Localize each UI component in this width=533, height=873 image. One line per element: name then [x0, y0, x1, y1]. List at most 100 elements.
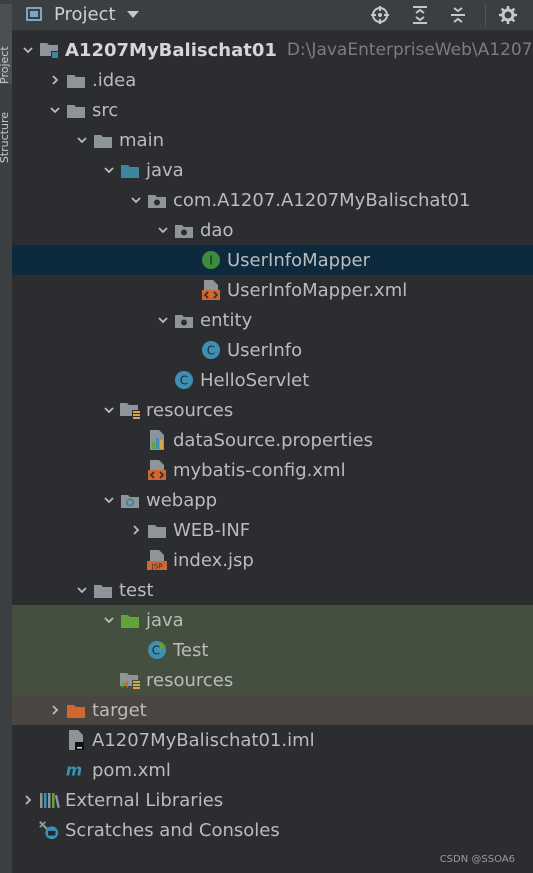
tree-row-test[interactable]: C Test: [12, 635, 533, 665]
package-icon: [173, 309, 195, 331]
tree-item-label: mybatis-config.xml: [173, 459, 346, 481]
folder-gray-icon: [65, 69, 87, 91]
gear-icon[interactable]: [496, 3, 520, 27]
chevron-down-icon[interactable]: [72, 580, 92, 600]
tree-row-resources[interactable]: resources: [12, 395, 533, 425]
folder-green-icon: [119, 609, 141, 631]
arrow-placeholder: [126, 460, 146, 480]
panel-title[interactable]: Project: [54, 4, 116, 25]
tree-item-label: src: [92, 99, 119, 121]
web-folder-icon: [119, 489, 141, 511]
tree-row-com-a1207-a1207mybalischat01[interactable]: com.A1207.A1207MyBalischat01: [12, 185, 533, 215]
tree-item-label: HelloServlet: [200, 369, 310, 391]
tree-row-java[interactable]: java: [12, 605, 533, 635]
folder-gray-icon: [92, 579, 114, 601]
module-folder-icon: [38, 39, 60, 61]
project-panel-header: Project: [12, 0, 533, 31]
tree-item-label: java: [146, 609, 184, 631]
tree-row-src[interactable]: src: [12, 95, 533, 125]
collapse-all-icon[interactable]: [446, 3, 470, 27]
arrow-placeholder: [126, 550, 146, 570]
test-class-icon: C: [146, 639, 168, 661]
folder-blue-icon: [119, 159, 141, 181]
project-tree: A1207MyBalischat01 D:\JavaEnterpriseWeb\A…: [12, 35, 533, 845]
maven-icon: m: [65, 759, 87, 781]
chevron-right-icon[interactable]: [18, 790, 38, 810]
project-tool-tab[interactable]: Project: [0, 4, 12, 84]
properties-icon: [146, 429, 168, 451]
tree-item-label: resources: [146, 399, 234, 421]
tree-row-userinfomapper[interactable]: I UserInfoMapper: [12, 245, 533, 275]
expand-all-icon[interactable]: [408, 3, 432, 27]
tree-row-datasource-properties[interactable]: dataSource.properties: [12, 425, 533, 455]
tree-row-mybatis-config-xml[interactable]: mybatis-config.xml: [12, 455, 533, 485]
class-icon: C: [173, 369, 195, 391]
tree-item-label: A1207MyBalischat01: [65, 39, 277, 61]
chevron-down-icon[interactable]: [153, 220, 173, 240]
tree-item-label: pom.xml: [92, 759, 171, 781]
chevron-down-icon[interactable]: [99, 160, 119, 180]
tree-row-userinfo[interactable]: C UserInfo: [12, 335, 533, 365]
tree-row-external-libraries[interactable]: External Libraries: [12, 785, 533, 815]
tree-row-userinfomapper-xml[interactable]: UserInfoMapper.xml: [12, 275, 533, 305]
chevron-down-icon[interactable]: [45, 100, 65, 120]
chevron-down-icon[interactable]: [126, 190, 146, 210]
tree-row-resources[interactable]: resources: [12, 665, 533, 695]
tree-row-a1207mybalischat01[interactable]: A1207MyBalischat01 D:\JavaEnterpriseWeb\A…: [12, 35, 533, 65]
chevron-down-icon[interactable]: [99, 610, 119, 630]
arrow-placeholder: [180, 340, 200, 360]
structure-tool-tab[interactable]: Structure: [0, 112, 12, 163]
folder-gray-icon: [146, 519, 168, 541]
svg-text:JSP: JSP: [151, 563, 163, 571]
tree-item-label: com.A1207.A1207MyBalischat01: [173, 189, 471, 211]
tree-row-helloservlet[interactable]: C HelloServlet: [12, 365, 533, 395]
tree-row-entity[interactable]: entity: [12, 305, 533, 335]
tree-item-label: resources: [146, 669, 234, 691]
chevron-right-icon[interactable]: [45, 700, 65, 720]
tree-item-label: target: [92, 699, 147, 721]
tree-row-test[interactable]: test: [12, 575, 533, 605]
tree-item-label: java: [146, 159, 184, 181]
tree-item-label: test: [119, 579, 154, 601]
module-path: D:\JavaEnterpriseWeb\A1207M: [286, 40, 533, 60]
tree-item-label: WEB-INF: [173, 519, 251, 541]
chevron-down-icon[interactable]: [99, 400, 119, 420]
tree-row-dao[interactable]: dao: [12, 215, 533, 245]
tree-row-target[interactable]: target: [12, 695, 533, 725]
tree-item-label: Scratches and Consoles: [65, 819, 280, 841]
interface-icon: I: [200, 249, 222, 271]
tree-item-label: index.jsp: [173, 549, 254, 571]
iml-icon: [65, 729, 87, 751]
tree-row-main[interactable]: main: [12, 125, 533, 155]
tree-item-label: dao: [200, 219, 234, 241]
chevron-down-icon[interactable]: [99, 490, 119, 510]
svg-text:C: C: [207, 344, 215, 358]
chevron-down-icon[interactable]: [18, 40, 38, 60]
svg-text:m: m: [66, 762, 82, 780]
tree-row-index-jsp[interactable]: JSP index.jsp: [12, 545, 533, 575]
chevron-down-icon[interactable]: [72, 130, 92, 150]
tree-row-idea[interactable]: .idea: [12, 65, 533, 95]
chevron-right-icon[interactable]: [45, 70, 65, 90]
tree-row-webapp[interactable]: webapp: [12, 485, 533, 515]
svg-text:I: I: [209, 254, 213, 268]
arrow-placeholder: [180, 250, 200, 270]
project-window-icon: [26, 7, 42, 21]
xml-icon: [146, 459, 168, 481]
toolbar-divider: [485, 4, 486, 26]
tree-row-pom-xml[interactable]: m pom.xml: [12, 755, 533, 785]
chevron-down-icon[interactable]: [127, 11, 139, 18]
tree-row-a1207mybalischat01-iml[interactable]: A1207MyBalischat01.iml: [12, 725, 533, 755]
tree-row-java[interactable]: java: [12, 155, 533, 185]
locate-icon[interactable]: [368, 3, 392, 27]
tree-item-label: UserInfoMapper.xml: [227, 279, 408, 301]
folder-gray-icon: [65, 99, 87, 121]
chevron-right-icon[interactable]: [126, 520, 146, 540]
tree-item-label: A1207MyBalischat01.iml: [92, 729, 315, 751]
tree-row-web-inf[interactable]: WEB-INF: [12, 515, 533, 545]
tree-row-scratches-and-consoles[interactable]: Scratches and Consoles: [12, 815, 533, 845]
test-resources-icon: [119, 669, 141, 691]
folder-orange-icon: [65, 699, 87, 721]
chevron-down-icon[interactable]: [153, 310, 173, 330]
arrow-placeholder: [45, 760, 65, 780]
